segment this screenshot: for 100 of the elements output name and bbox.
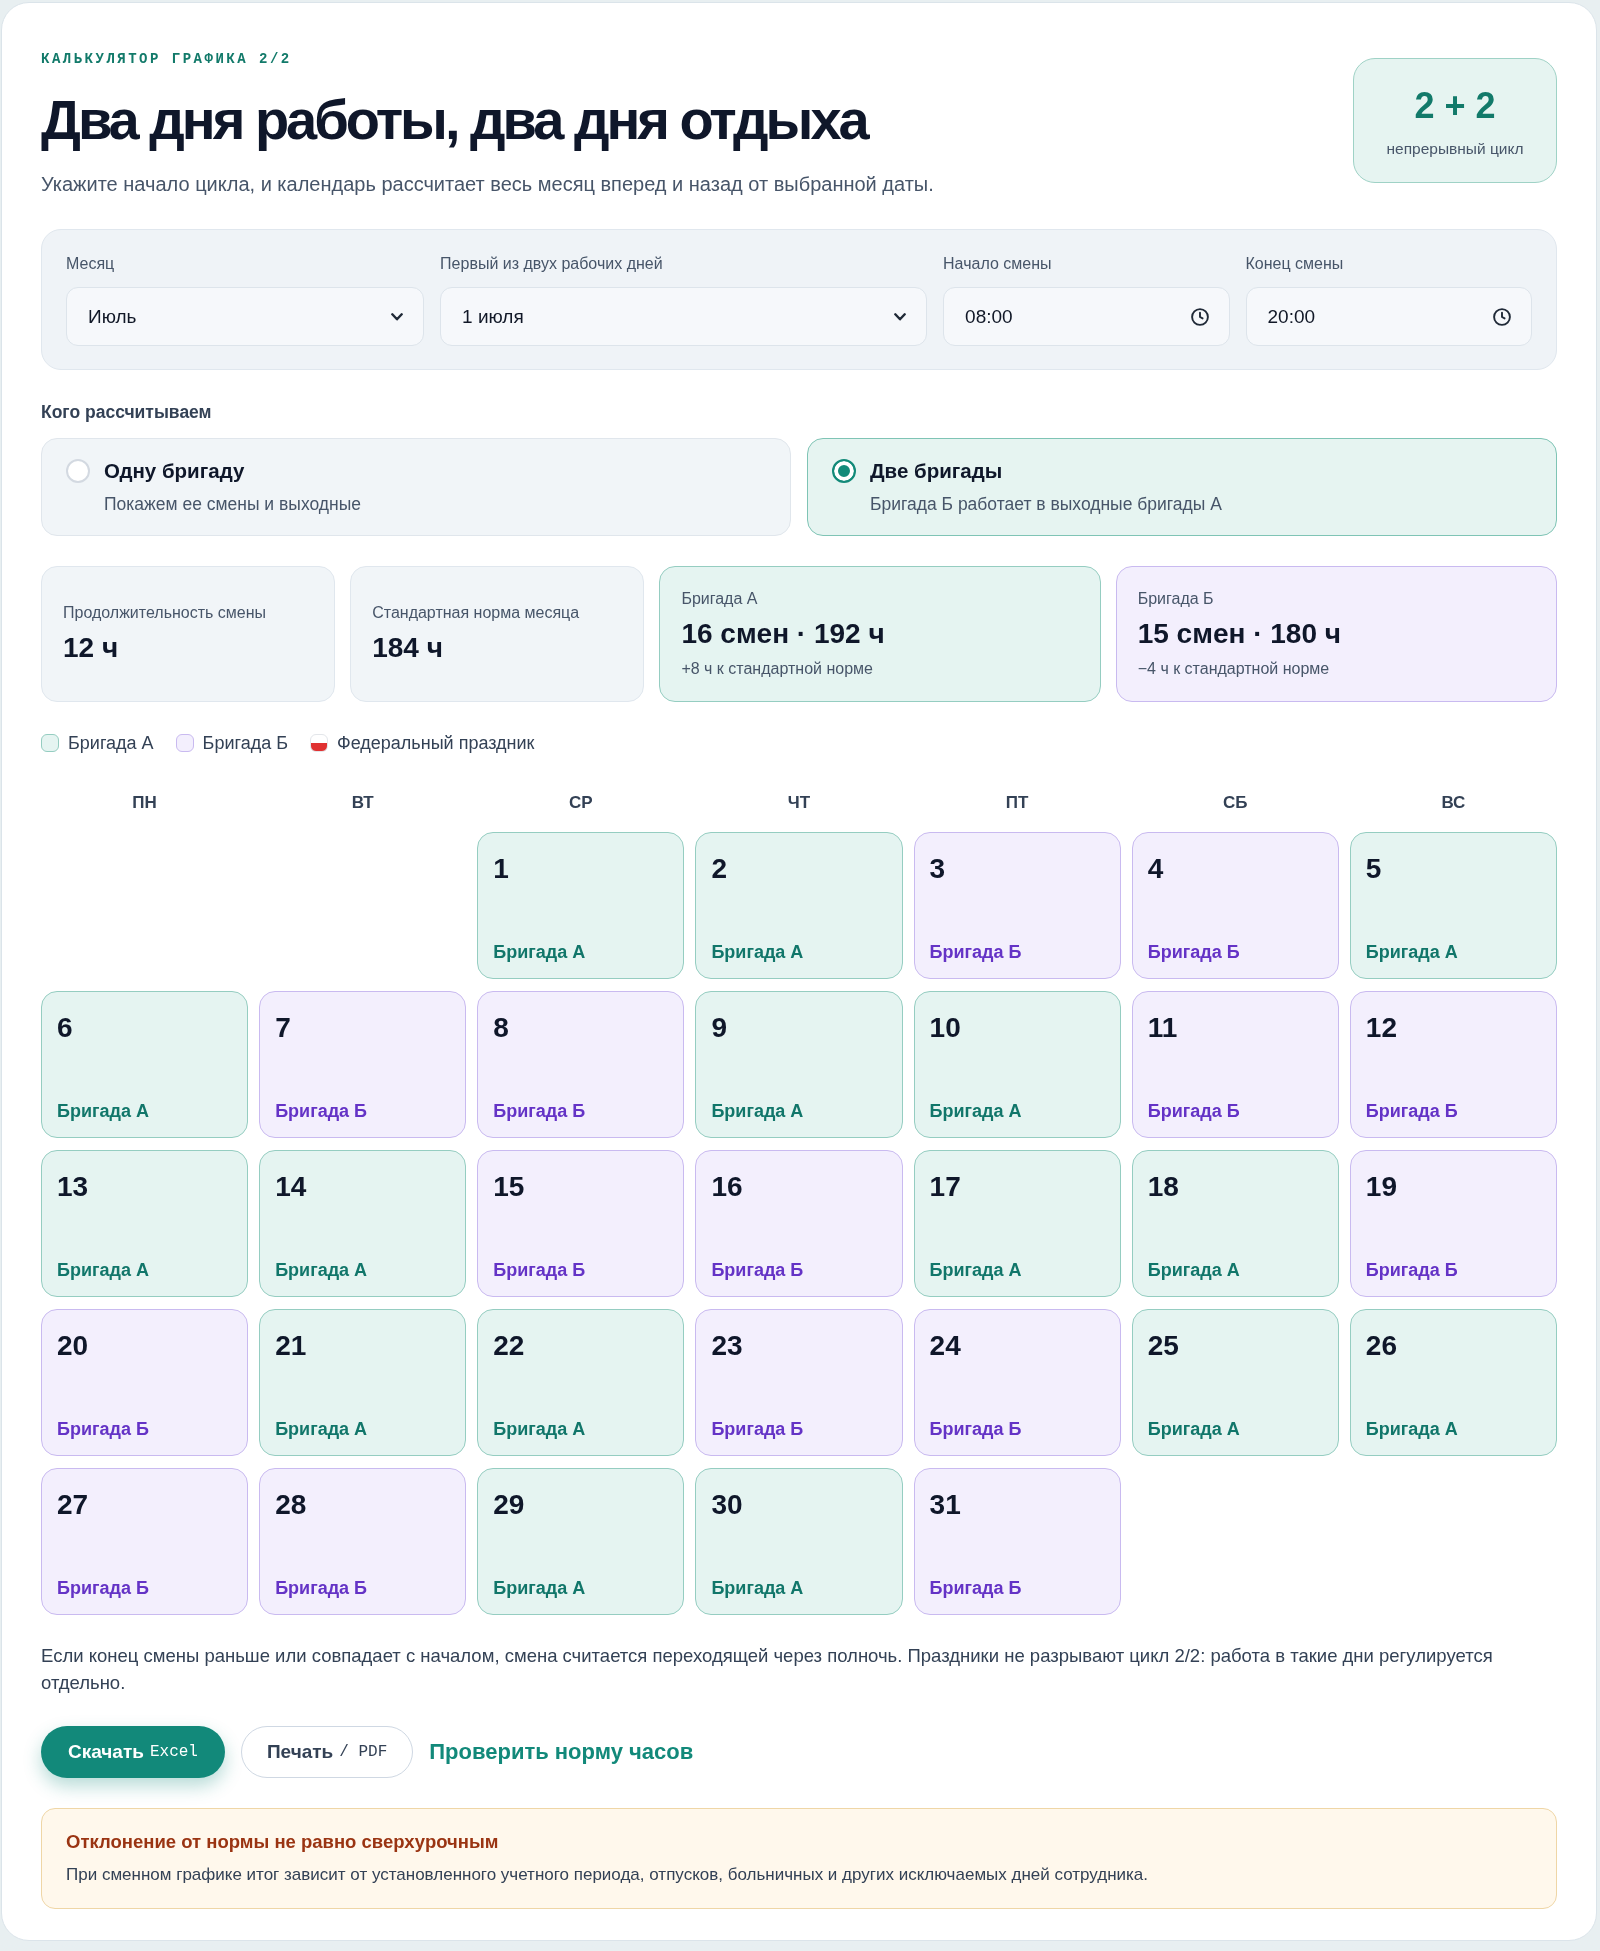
calendar-day[interactable]: 9 Бригада А [695, 991, 903, 1138]
shift-label: Бригада Б [929, 941, 1022, 964]
chevron-down-icon [894, 312, 907, 321]
calendar-day[interactable]: 8 Бригада Б [477, 991, 685, 1138]
time-field[interactable]: 20:00 [1245, 287, 1532, 346]
option-card[interactable]: Две бригады Бригада Б работает в выходные бригады А [807, 438, 1557, 536]
select-field[interactable]: Июль [66, 287, 425, 346]
chevron-down-icon [391, 312, 404, 321]
calendar-day[interactable]: 10 Бригада А [913, 991, 1121, 1138]
calendar-day[interactable]: 7 Бригада Б [259, 991, 467, 1138]
day-number: 17 [929, 1170, 961, 1204]
day-number: 30 [711, 1488, 743, 1522]
calendar-day[interactable]: 29 Бригада А [477, 1468, 685, 1615]
shift-label: Бригада А [1147, 1418, 1240, 1441]
calendar-day[interactable]: 11 Бригада Б [1131, 991, 1339, 1138]
shift-label: Бригада А [275, 1418, 368, 1441]
shift-label: Бригада Б [493, 1259, 586, 1282]
day-number: 10 [929, 1011, 961, 1045]
calendar-day[interactable]: 4 Бригада Б [1131, 832, 1339, 979]
field-label: Конец смены [1245, 254, 1344, 274]
calendar-day[interactable]: 20 Бригада Б [41, 1309, 249, 1456]
weekday-label: СБ [1223, 793, 1248, 813]
notice-text: При сменном графике итог зависит от установленного учетного периода, отпусков, больничных и других исключаемых дней сотрудника. [66, 1864, 1149, 1886]
section-title: Кого рассчитываем [41, 401, 212, 423]
option-description: Покажем ее смены и выходные [104, 493, 361, 516]
day-number: 1 [493, 852, 509, 886]
option-card[interactable]: Одну бригаду Покажем ее смены и выходные [41, 438, 791, 536]
calendar-day[interactable]: 1 Бригада А [477, 832, 685, 979]
stat-note: −4 ч к стандартной норме [1137, 659, 1330, 679]
calendar-day[interactable]: 2 Бригада А [695, 832, 903, 979]
shift-label: Бригада А [275, 1259, 368, 1282]
calendar-day[interactable]: 15 Бригада Б [477, 1150, 685, 1297]
stat-label: Продолжительность смены [63, 603, 267, 623]
day-number: 16 [711, 1170, 743, 1204]
day-number: 2 [711, 852, 727, 886]
shift-label: Бригада А [929, 1259, 1022, 1282]
calendar-day[interactable]: 22 Бригада А [477, 1309, 685, 1456]
day-number: 21 [275, 1329, 307, 1363]
shift-label: Бригада Б [493, 1100, 586, 1123]
shift-label: Бригада Б [711, 1418, 804, 1441]
day-number: 27 [57, 1488, 89, 1522]
calendar-day[interactable]: 5 Бригада А [1349, 832, 1557, 979]
calendar-day[interactable]: 24 Бригада Б [913, 1309, 1121, 1456]
shift-label: Бригада Б [1365, 1100, 1458, 1123]
calendar-day[interactable]: 18 Бригада А [1131, 1150, 1339, 1297]
calendar-day[interactable]: 27 Бригада Б [41, 1468, 249, 1615]
calendar-day[interactable]: 19 Бригада Б [1349, 1150, 1557, 1297]
text-link[interactable]: Проверить норму часов [429, 1738, 694, 1766]
field-label: Месяц [66, 254, 115, 274]
shift-label: Бригада А [711, 1577, 804, 1600]
legend-label: Бригада Б [202, 732, 288, 754]
download-button[interactable]: Скачать Excel [41, 1726, 225, 1778]
day-number: 14 [275, 1170, 307, 1204]
day-number: 3 [929, 852, 946, 886]
legend-swatch-icon [175, 734, 194, 752]
weekday-label: ЧТ [787, 793, 811, 813]
shift-label: Бригада Б [711, 1259, 804, 1282]
day-number: 15 [493, 1170, 525, 1204]
day-number: 20 [57, 1329, 89, 1363]
clock-icon [1493, 307, 1511, 326]
day-number: 9 [711, 1011, 727, 1045]
calendar-day[interactable]: 17 Бригада А [913, 1150, 1121, 1297]
holiday-swatch-icon [310, 734, 328, 752]
option-description: Бригада Б работает в выходные бригады А [870, 493, 1222, 516]
shift-label: Бригада Б [1365, 1259, 1458, 1282]
calendar-day[interactable]: 12 Бригада Б [1349, 991, 1557, 1138]
calendar-day[interactable]: 28 Бригада Б [259, 1468, 467, 1615]
calendar-day[interactable]: 13 Бригада А [41, 1150, 249, 1297]
stat-label: Стандартная норма месяца [372, 603, 580, 623]
day-number: 4 [1147, 852, 1164, 886]
page-subtitle: Укажите начало цикла, и календарь рассчитает весь месяц вперед и назад от выбранной даты. [41, 172, 934, 197]
day-number: 22 [493, 1329, 525, 1363]
notice-title: Отклонение от нормы не равно сверхурочным [66, 1830, 499, 1854]
calendar-day[interactable]: 21 Бригада А [259, 1309, 467, 1456]
day-number: 25 [1147, 1329, 1179, 1363]
weekday-label: ПТ [1005, 793, 1029, 813]
shift-label: Бригада А [493, 1418, 586, 1441]
day-number: 6 [57, 1011, 73, 1045]
calendar-day[interactable]: 25 Бригада А [1131, 1309, 1339, 1456]
calendar-day[interactable]: 23 Бригада Б [695, 1309, 903, 1456]
calendar-day[interactable]: 14 Бригада А [259, 1150, 467, 1297]
radio-button[interactable] [832, 459, 856, 483]
footnote-text: Если конец смены раньше или совпадает с началом, смена считается переходящей через полночь. Праздники не разрывают цикл 2/2: работа в такие дни регулируется отдельно. [41, 1644, 1494, 1695]
day-number: 28 [275, 1488, 307, 1522]
time-field[interactable]: 08:00 [943, 287, 1230, 346]
clock-icon [1190, 307, 1209, 326]
calendar-day[interactable]: 3 Бригада Б [913, 832, 1121, 979]
calendar-day[interactable]: 30 Бригада А [695, 1468, 903, 1615]
stat-value: 15 смен · 180 ч [1137, 617, 1341, 651]
select-field[interactable]: 1 июля [440, 287, 928, 346]
print-button[interactable]: Печать / PDF [240, 1726, 414, 1778]
calendar-day[interactable]: 26 Бригада А [1349, 1309, 1557, 1456]
stat-label: Бригада А [681, 589, 758, 609]
calendar-day[interactable]: 31 Бригада Б [913, 1468, 1121, 1615]
shift-label: Бригада А [929, 1100, 1022, 1123]
calendar-day[interactable]: 16 Бригада Б [695, 1150, 903, 1297]
stat-value: 184 ч [372, 631, 443, 665]
stat-note: +8 ч к стандартной норме [681, 659, 873, 679]
calendar-day[interactable]: 6 Бригада А [41, 991, 249, 1138]
badge-caption: непрерывный цикл [1386, 139, 1524, 159]
